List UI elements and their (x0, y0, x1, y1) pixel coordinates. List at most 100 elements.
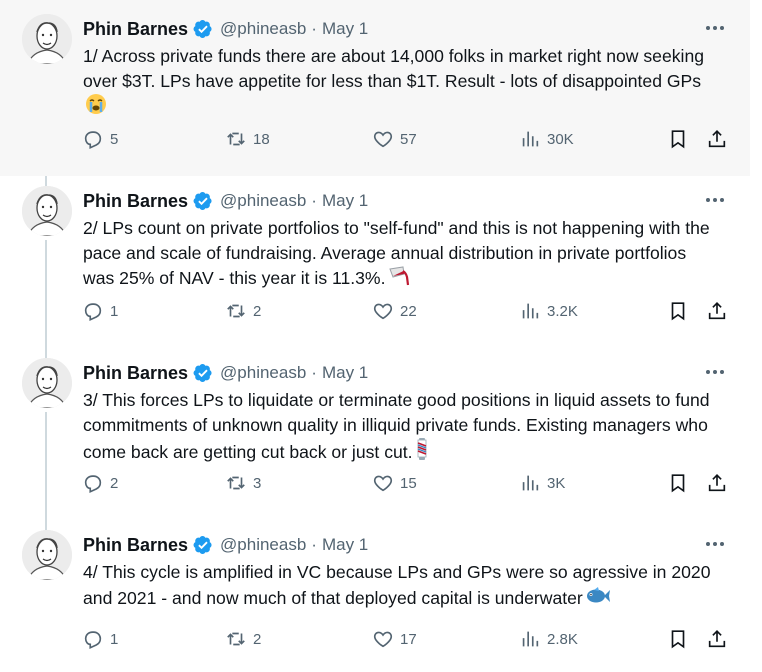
retweet-count: 2 (253, 302, 262, 320)
views-button[interactable]: 2.8K (519, 626, 578, 652)
author-name[interactable]: Phin Barnes (83, 363, 188, 384)
author-handle[interactable]: @phineasb (220, 191, 306, 211)
views-button[interactable]: 30K (519, 126, 574, 152)
share-button[interactable] (706, 298, 728, 324)
avatar[interactable] (22, 14, 72, 64)
bookmark-icon (671, 130, 685, 149)
reply-icon (84, 631, 102, 649)
fish-icon (586, 586, 610, 602)
like-icon (373, 303, 393, 320)
retweet-count: 18 (253, 130, 270, 148)
tweet-text: 1/ Across private funds there are about … (83, 44, 718, 119)
avatar[interactable] (22, 530, 72, 580)
author-handle[interactable]: @phineasb (220, 19, 306, 39)
views-button[interactable]: 3.2K (519, 298, 578, 324)
share-icon (708, 130, 726, 148)
separator: · (311, 191, 317, 210)
bookmark-button[interactable] (667, 626, 689, 652)
bookmark-button[interactable] (667, 126, 689, 152)
barber-pole-icon (417, 438, 426, 460)
author-handle[interactable]: @phineasb (220, 363, 306, 383)
like-icon (373, 131, 393, 148)
tweet-date[interactable]: May 1 (322, 191, 368, 211)
retweet-button[interactable]: 3 (225, 470, 261, 496)
share-icon (708, 474, 726, 492)
tweet[interactable]: Phin Barnes @phineasb · May 1 1/ Across … (0, 0, 750, 176)
bookmark-icon (671, 302, 685, 321)
views-icon (522, 131, 539, 147)
like-button[interactable]: 22 (372, 298, 417, 324)
verified-badge-icon (193, 192, 212, 210)
reply-icon (84, 303, 102, 321)
verified-badge-icon (193, 364, 212, 382)
separator: · (311, 363, 317, 382)
views-icon (522, 631, 539, 647)
tweet-text-content: 4/ This cycle is amplified in VC because… (83, 562, 711, 608)
spilled-glass-icon (389, 266, 410, 286)
tweet-actions: 2 3 15 3K (78, 470, 733, 496)
like-button[interactable]: 15 (372, 470, 417, 496)
author-handle[interactable]: @phineasb (220, 535, 306, 555)
verified-badge-icon (193, 536, 212, 554)
tweet-text: 4/ This cycle is amplified in VC because… (83, 560, 718, 610)
views-count: 30K (547, 130, 574, 148)
avatar[interactable] (22, 358, 72, 408)
bookmark-button[interactable] (667, 470, 689, 496)
more-icon[interactable] (704, 362, 726, 382)
like-button[interactable]: 57 (372, 126, 417, 152)
author-name[interactable]: Phin Barnes (83, 191, 188, 212)
reply-button[interactable]: 2 (82, 470, 118, 496)
reply-button[interactable]: 5 (82, 126, 118, 152)
tweet[interactable]: Phin Barnes @phineasb · May 1 3/ This fo… (0, 344, 750, 516)
verified-badge-icon (193, 20, 212, 38)
retweet-icon (227, 132, 245, 146)
views-count: 2.8K (547, 630, 578, 648)
reply-count: 2 (110, 474, 119, 492)
reply-button[interactable]: 1 (82, 626, 118, 652)
like-button[interactable]: 17 (372, 626, 417, 652)
like-count: 15 (400, 474, 417, 492)
like-icon (373, 631, 393, 648)
bookmark-icon (671, 474, 685, 493)
views-count: 3K (547, 474, 566, 492)
tweet-actions: 1 2 22 3.2K (78, 298, 733, 324)
reply-button[interactable]: 1 (82, 298, 118, 324)
tweet-date[interactable]: May 1 (322, 19, 368, 39)
reply-count: 5 (110, 130, 119, 148)
tweet[interactable]: Phin Barnes @phineasb · May 1 2/ LPs cou… (0, 172, 750, 344)
bookmark-icon (671, 630, 685, 649)
views-count: 3.2K (547, 302, 578, 320)
views-icon (522, 475, 539, 491)
avatar[interactable] (22, 186, 72, 236)
tweet-actions: 5 18 57 30K (78, 126, 733, 152)
reply-count: 1 (110, 630, 119, 648)
tweet-date[interactable]: May 1 (322, 535, 368, 555)
retweet-button[interactable]: 2 (225, 298, 261, 324)
more-icon[interactable] (704, 18, 726, 38)
like-count: 22 (400, 302, 417, 320)
share-button[interactable] (706, 626, 728, 652)
tweet-text-content: 1/ Across private funds there are about … (83, 46, 705, 91)
retweet-icon (227, 304, 245, 318)
bookmark-button[interactable] (667, 298, 689, 324)
more-icon[interactable] (704, 190, 726, 210)
author-name[interactable]: Phin Barnes (83, 19, 188, 40)
reply-icon (84, 475, 102, 493)
retweet-icon (227, 632, 245, 646)
more-icon[interactable] (704, 534, 726, 554)
tweet-text-content: 3/ This forces LPs to liquidate or termi… (83, 390, 710, 462)
views-icon (522, 303, 539, 319)
like-count: 57 (400, 130, 417, 148)
separator: · (311, 19, 317, 38)
tweet[interactable]: Phin Barnes @phineasb · May 1 4/ This cy… (0, 516, 750, 672)
tweet-actions: 1 2 17 2.8K (78, 626, 733, 652)
views-button[interactable]: 3K (519, 470, 565, 496)
share-button[interactable] (706, 470, 728, 496)
retweet-count: 3 (253, 474, 262, 492)
tweet-date[interactable]: May 1 (322, 363, 368, 383)
retweet-button[interactable]: 18 (225, 126, 270, 152)
share-icon (708, 302, 726, 320)
author-name[interactable]: Phin Barnes (83, 535, 188, 556)
share-button[interactable] (706, 126, 728, 152)
retweet-button[interactable]: 2 (225, 626, 261, 652)
